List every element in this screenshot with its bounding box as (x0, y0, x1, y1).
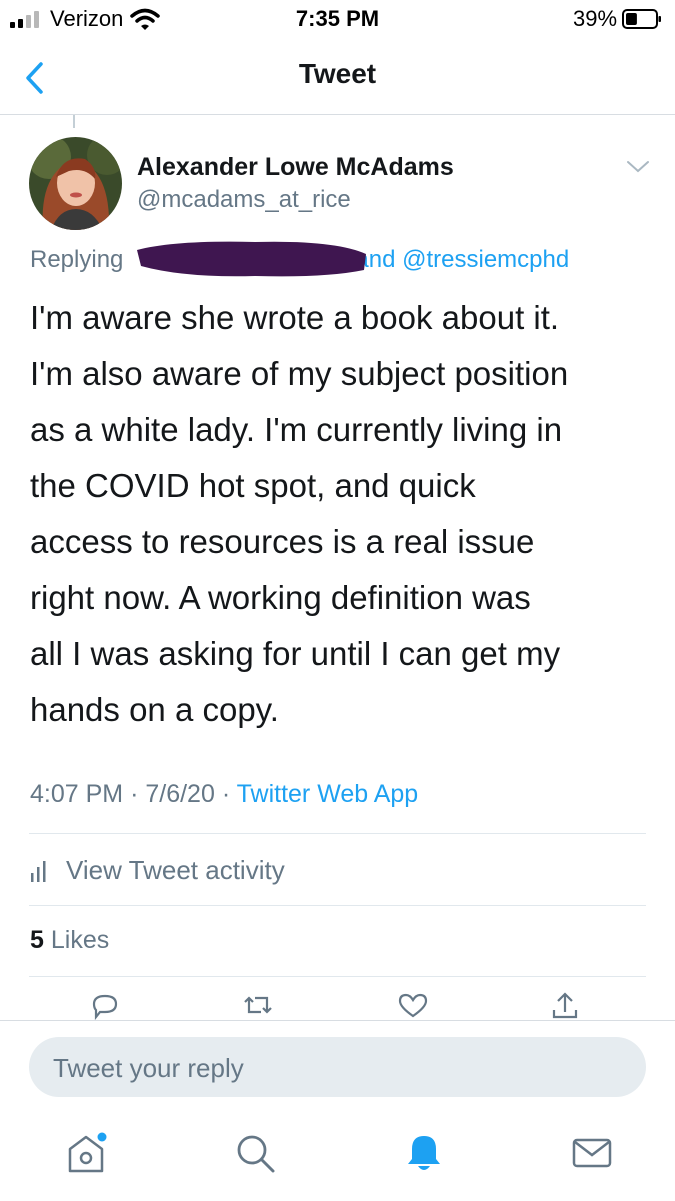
bottom-composer-area (0, 1020, 675, 1201)
view-tweet-activity-label: View Tweet activity (66, 854, 285, 885)
reply-composer[interactable] (29, 1037, 646, 1099)
tweet-text-line: all I was asking for until I can get my (30, 635, 561, 672)
tweet-text-line: hands on a copy. (30, 691, 279, 728)
meta-separator: · (221, 780, 231, 808)
tweet-time: 4:07 PM (30, 780, 124, 808)
redaction-mark (137, 241, 366, 277)
page-title: Tweet (298, 58, 377, 89)
tweet-text-line: right now. A working definition was (30, 579, 531, 616)
like-icon[interactable] (396, 990, 430, 1020)
tweet-text-line: I'm also aware of my subject position (30, 355, 569, 392)
tweet-text: I'm aware she wrote a book about it. I'm… (30, 290, 650, 738)
search-icon[interactable] (233, 1131, 277, 1175)
retweet-icon[interactable] (241, 990, 275, 1020)
avatar[interactable] (29, 137, 122, 230)
reply-input[interactable] (51, 1037, 615, 1099)
tweet-source-link[interactable]: Twitter Web App (237, 780, 419, 808)
author-handle[interactable]: @mcadams_at_rice (137, 186, 351, 214)
chevron-down-icon[interactable] (625, 158, 651, 176)
tweet-text-line: access to resources is a real issue (30, 523, 535, 560)
status-bar: Verizon 7:35 PM 39% (0, 0, 675, 40)
view-tweet-activity-button[interactable]: View Tweet activity (30, 852, 285, 888)
messages-icon[interactable] (570, 1131, 614, 1175)
tweet-text-line: as a white lady. I'm currently living in (30, 411, 563, 448)
divider (29, 833, 646, 834)
bar-chart-icon (31, 861, 46, 882)
tweet-meta: 4:07 PM · 7/6/20 · Twitter Web App (30, 780, 418, 809)
navigation-bar: Tweet (0, 40, 675, 115)
meta-separator: · (130, 780, 139, 808)
battery-icon (622, 9, 661, 29)
notifications-icon[interactable] (402, 1131, 446, 1175)
reply-icon[interactable] (88, 990, 122, 1020)
tweet-text-line: I'm aware she wrote a book about it. (30, 299, 560, 336)
likes-count: 5 (30, 926, 44, 954)
divider (29, 905, 646, 906)
replying-prefix: Replying (30, 246, 124, 273)
tweet-text-line: the COVID hot spot, and quick (30, 467, 476, 504)
battery-percent: 39% (573, 6, 618, 31)
tweet-actions (0, 990, 675, 1020)
tweet-date: 7/6/20 (145, 780, 215, 808)
likes-stat[interactable]: 5 Likes (30, 926, 109, 955)
likes-label: Likes (50, 926, 110, 954)
home-icon[interactable] (64, 1131, 108, 1175)
share-icon[interactable] (548, 990, 582, 1020)
mention-link[interactable]: @tressiemcphd (402, 246, 569, 273)
thread-connector (73, 115, 75, 128)
author-name[interactable]: Alexander Lowe McAdams (137, 153, 454, 182)
divider (29, 976, 646, 977)
